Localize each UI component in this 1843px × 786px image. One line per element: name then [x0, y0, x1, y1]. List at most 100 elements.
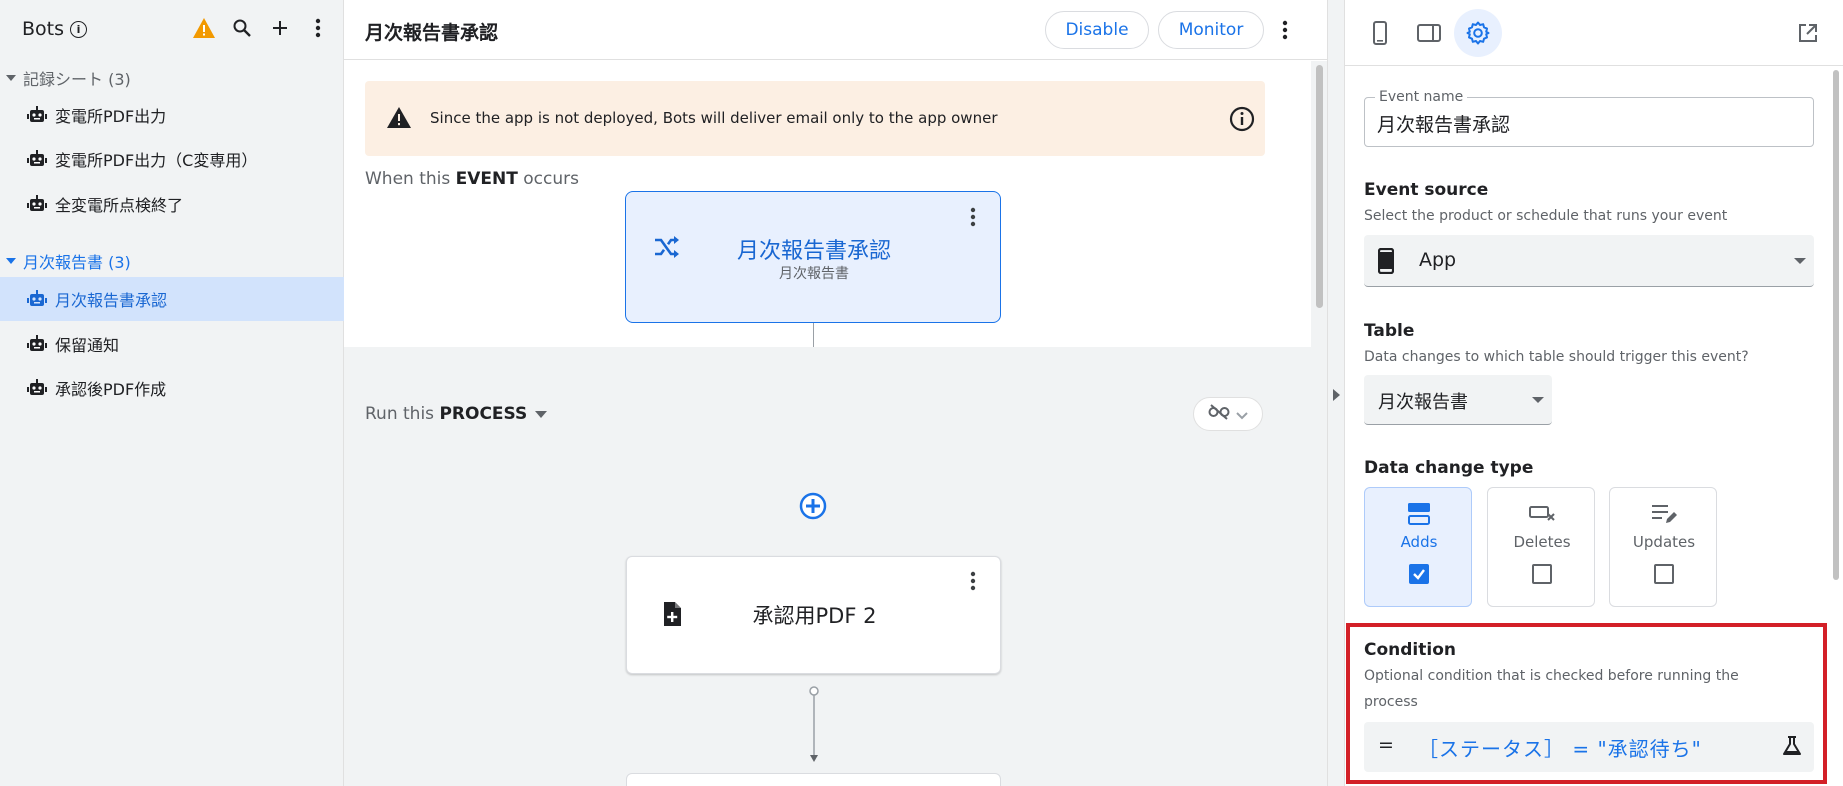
chevron-down-icon [1794, 258, 1806, 264]
more-vert-icon[interactable] [306, 16, 330, 40]
chevron-down-icon [6, 75, 16, 81]
editor-scrollbar[interactable] [1311, 61, 1327, 786]
phone-icon [1377, 247, 1395, 278]
event-section-label: When this EVENT occurs [365, 169, 579, 189]
info-icon[interactable] [1229, 106, 1255, 136]
process-label-text: Run this PROCESS [365, 404, 527, 424]
tablet-icon[interactable] [1405, 9, 1453, 57]
condition-highlight-box [1346, 623, 1827, 784]
bot-editor: 月次報告書承認 Disable Monitor Since the app is… [344, 0, 1327, 786]
sidebar-group-label: 月次報告書 (3) [23, 253, 131, 272]
updates-option[interactable]: Updates [1609, 487, 1717, 607]
chevron-down-icon [535, 410, 548, 418]
scrollbar-thumb[interactable] [1833, 70, 1839, 580]
more-vert-icon[interactable] [970, 571, 976, 595]
deletes-checkbox[interactable] [1532, 564, 1552, 584]
panel-divider[interactable] [1327, 0, 1345, 786]
event-card-title: 月次報告書承認 [736, 239, 891, 264]
updates-icon [1610, 501, 1718, 527]
warning-icon[interactable] [192, 16, 216, 40]
event-name-value: 月次報告書承認 [1377, 114, 1511, 136]
chevron-down-icon [6, 258, 16, 264]
sidebar-item-bot[interactable]: 変電所PDF出力（C変専用） [0, 137, 344, 181]
process-label-keyword: PROCESS [439, 404, 528, 424]
search-icon[interactable] [230, 16, 254, 40]
step-card-title: 承認用PDF 2 [752, 604, 877, 628]
event-source-select[interactable]: App [1364, 235, 1814, 287]
sidebar-item-bot[interactable]: 保留通知 [0, 322, 344, 366]
process-step-card-next[interactable] [626, 773, 1001, 786]
robot-icon [27, 335, 47, 353]
sidebar-group-monthly[interactable]: 月次報告書 (3) [0, 245, 344, 277]
event-card[interactable]: 月次報告書承認 月次報告書 [625, 191, 1001, 323]
event-label-prefix: When this [365, 169, 456, 189]
bots-sidebar: Bots i 記録シート (3) 変電所PDF出力 変電所PDF出力（C変専用） [0, 0, 344, 786]
adds-icon [1365, 501, 1473, 527]
sidebar-item-label: 変電所PDF出力（C変専用） [55, 151, 258, 170]
updates-label: Updates [1632, 533, 1696, 551]
scrollbar-thumb[interactable] [1316, 65, 1323, 308]
robot-icon [27, 195, 47, 213]
expand-arrow-icon[interactable] [1333, 389, 1340, 401]
event-card-subtitle: 月次報告書 [779, 266, 849, 282]
sidebar-item-bot-active[interactable]: 月次報告書承認 [0, 277, 344, 321]
page-title: 月次報告書承認 [365, 22, 499, 44]
process-section-label[interactable]: Run this PROCESS [365, 404, 548, 424]
add-circle-icon[interactable] [799, 492, 827, 520]
table-title: Table [1364, 321, 1415, 341]
table-description: Data changes to which table should trigg… [1364, 349, 1749, 365]
data-change-type-title: Data change type [1364, 458, 1534, 478]
chevron-down-icon [1236, 405, 1248, 424]
robot-icon [27, 150, 47, 168]
sidebar-item-bot[interactable]: 承認後PDF作成 [0, 366, 344, 410]
warning-icon [386, 106, 412, 133]
more-vert-icon[interactable] [1273, 18, 1297, 42]
adds-option[interactable]: Adds [1364, 487, 1472, 607]
event-source-value: App [1419, 249, 1457, 271]
sidebar-actions [192, 16, 330, 40]
event-source-title: Event source [1364, 180, 1489, 200]
sidebar-item-bot[interactable]: 変電所PDF出力 [0, 93, 344, 137]
event-label-keyword: EVENT [455, 169, 518, 189]
chevron-down-icon [1532, 397, 1544, 403]
sidebar-title-text: Bots [22, 18, 65, 40]
monitor-button[interactable]: Monitor [1158, 11, 1264, 49]
deletes-icon [1488, 501, 1596, 527]
sidebar-item-label: 月次報告書承認 [55, 291, 168, 310]
updates-checkbox[interactable] [1654, 564, 1674, 584]
link-toggle[interactable] [1193, 397, 1263, 431]
deploy-warning-banner: Since the app is not deployed, Bots will… [365, 81, 1265, 156]
event-source-description: Select the product or schedule that runs… [1364, 208, 1728, 224]
banner-text: Since the app is not deployed, Bots will… [430, 109, 998, 127]
process-step-card[interactable]: 承認用PDF 2 [626, 556, 1001, 674]
more-vert-icon[interactable] [970, 207, 976, 231]
panel-scrollbar[interactable] [1829, 66, 1843, 786]
deletes-label: Deletes [1513, 533, 1571, 551]
table-value: 月次報告書 [1378, 392, 1468, 413]
step-connector [808, 685, 820, 765]
gear-icon[interactable] [1454, 9, 1502, 57]
event-name-field[interactable]: Event name 月次報告書承認 [1364, 89, 1814, 147]
disable-button[interactable]: Disable [1045, 11, 1149, 49]
connector-line [813, 323, 814, 347]
table-select[interactable]: 月次報告書 [1364, 375, 1552, 425]
phone-icon[interactable] [1356, 9, 1404, 57]
event-label-suffix: occurs [517, 169, 579, 189]
sidebar-group-label: 記録シート (3) [23, 70, 131, 89]
robot-icon [27, 379, 47, 397]
deletes-option[interactable]: Deletes [1487, 487, 1595, 607]
panel-toolbar [1345, 0, 1843, 66]
sidebar-group-records[interactable]: 記録シート (3) [0, 62, 344, 94]
robot-icon [27, 106, 47, 124]
sidebar-item-bot[interactable]: 全変電所点検終了 [0, 182, 344, 226]
add-icon[interactable] [268, 16, 292, 40]
sidebar-item-label: 保留通知 [55, 336, 120, 355]
sidebar-item-label: 承認後PDF作成 [55, 380, 167, 399]
info-icon[interactable]: i [70, 20, 88, 38]
adds-checkbox[interactable] [1409, 564, 1429, 584]
sidebar-header: Bots i [0, 0, 344, 58]
open-in-new-icon[interactable] [1784, 9, 1832, 57]
editor-header: 月次報告書承認 Disable Monitor [344, 0, 1327, 60]
sidebar-title: Bots i [22, 18, 88, 40]
sidebar-item-label: 全変電所点検終了 [55, 196, 184, 215]
